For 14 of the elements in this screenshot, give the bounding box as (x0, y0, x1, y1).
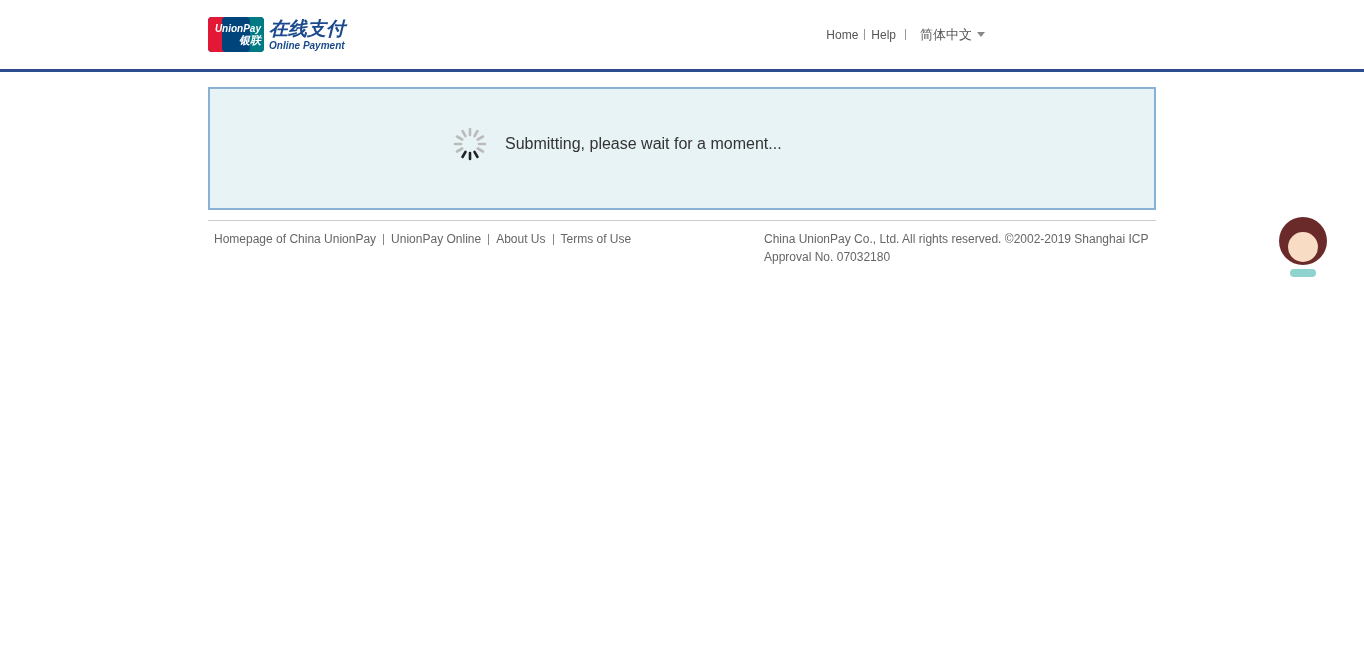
footer-link[interactable]: Terms of Use (560, 232, 632, 246)
nav-link[interactable]: Help (871, 27, 896, 42)
footer-link[interactable]: About Us (496, 232, 546, 246)
copyright-text: China UnionPay Co., Ltd. All rights reserved. ©2002-2019 Shanghai ICP Approval No. 07032180 (764, 231, 1150, 266)
footer-link[interactable]: Homepage of China UnionPay (214, 232, 377, 246)
language-dropdown[interactable]: 简体中文 (920, 25, 985, 44)
nav-link[interactable]: Home (826, 27, 859, 42)
caret-icon (977, 32, 985, 37)
assistant-avatar-icon[interactable] (1278, 217, 1328, 277)
footer-link[interactable]: UnionPay Online (391, 232, 482, 246)
card-logo-subtext: 银联 (239, 33, 261, 47)
logo-subtitle: Online Payment (269, 39, 345, 52)
status-message: Submitting, please wait for a moment... (505, 134, 782, 153)
loading-spinner-icon (453, 126, 487, 161)
